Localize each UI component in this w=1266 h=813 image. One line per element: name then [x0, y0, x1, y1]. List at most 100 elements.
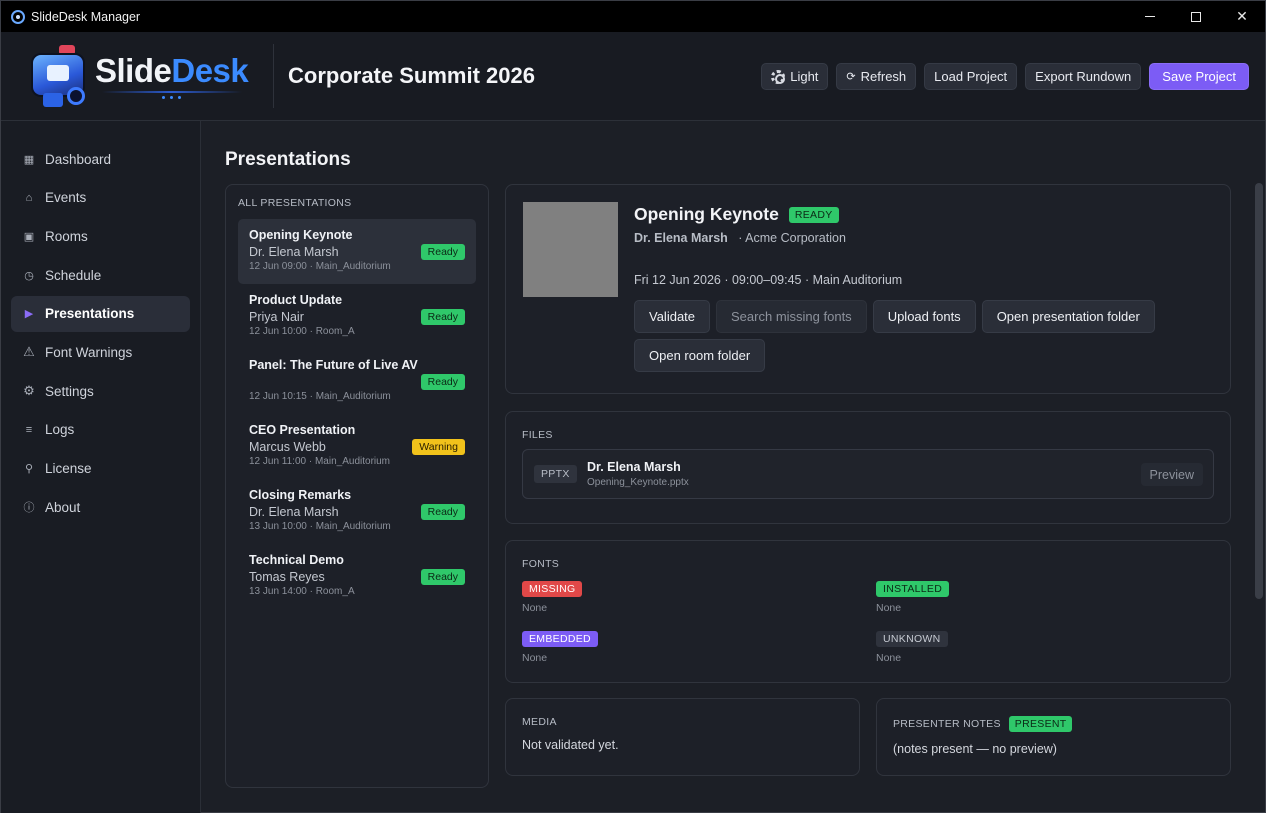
sidebar-item-font-warnings[interactable]: ⚠ Font Warnings	[11, 334, 190, 370]
maximize-button[interactable]	[1173, 1, 1219, 32]
gear-icon: ⚙	[23, 383, 35, 399]
files-label: FILES	[522, 429, 553, 441]
sidebar-item-label: Events	[45, 190, 87, 206]
file-row[interactable]: PPTX Dr. Elena Marsh Opening_Keynote.ppt…	[522, 449, 1214, 499]
unknown-tag: UNKNOWN	[876, 631, 948, 647]
sidebar-item-label: Logs	[45, 422, 75, 438]
play-icon: ▶	[24, 308, 34, 321]
status-badge: Ready	[420, 504, 465, 520]
logo-word-2: Desk	[171, 52, 249, 89]
detail-byline: Dr. Elena Marsh · Acme Corporation	[634, 231, 846, 245]
detail-scrollbar[interactable]	[1255, 183, 1263, 599]
fonts-installed: INSTALLED None	[876, 579, 950, 614]
theme-toggle-label: Light	[790, 69, 819, 84]
home-icon: ⌂	[25, 191, 33, 204]
detail-title: Opening Keynote	[634, 204, 779, 224]
files-card: FILES PPTX Dr. Elena Marsh Opening_Keyno…	[505, 411, 1231, 524]
logo-wordmark: SlideDesk	[95, 52, 249, 99]
file-path: Opening_Keynote.pptx	[587, 477, 689, 488]
status-badge: Warning	[412, 439, 465, 455]
fonts-missing: MISSING None	[522, 579, 583, 614]
sidebar-item-label: Schedule	[45, 267, 102, 283]
notes-text: (notes present — no preview)	[893, 742, 1057, 756]
header-actions: Light ⟳ Refresh Load Project Export Rund…	[761, 63, 1249, 90]
presenter-notes-card: PRESENTER NOTES PRESENT (notes present —…	[876, 698, 1231, 776]
presentation-meta: 12 Jun 09:00 · Main_Auditorium	[249, 261, 391, 272]
theme-toggle-button[interactable]: Light	[761, 63, 829, 90]
close-button[interactable]: ✕	[1219, 1, 1265, 32]
theme-gear-icon	[771, 69, 786, 84]
presentation-title: Panel: The Future of Live AV	[249, 358, 418, 372]
info-icon: ⓘ	[23, 502, 35, 515]
notes-status-badge: PRESENT	[1008, 716, 1073, 732]
validate-button[interactable]: Validate	[634, 300, 711, 333]
sidebar-item-settings[interactable]: ⚙ Settings	[11, 373, 190, 409]
presentation-title: CEO Presentation	[249, 423, 356, 437]
warning-icon: ⚠	[23, 344, 35, 360]
logo-mark-icon	[29, 43, 89, 109]
list-icon: ≡	[25, 423, 33, 436]
detail-presenter: Dr. Elena Marsh	[634, 231, 728, 245]
export-rundown-button[interactable]: Export Rundown	[1025, 63, 1142, 90]
presentation-list-item[interactable]: Technical Demo Tomas Reyes 13 Jun 14:00 …	[238, 544, 476, 609]
notes-label: PRESENTER NOTES	[893, 718, 1001, 730]
sidebar-item-label: Dashboard	[45, 151, 112, 167]
sidebar-item-about[interactable]: ⓘ About	[11, 489, 190, 525]
sidebar-item-label: License	[45, 461, 92, 476]
title-bar: SlideDesk Manager ✕	[1, 1, 1265, 32]
status-badge: Ready	[420, 374, 465, 390]
project-title: Corporate Summit 2026	[288, 63, 535, 88]
preview-button[interactable]: Preview	[1140, 463, 1203, 486]
file-type-badge: PPTX	[534, 465, 577, 483]
detail-schedule: Fri 12 Jun 2026 · 09:00–09:45 · Main Aud…	[634, 273, 903, 287]
presentation-list-item[interactable]: Opening Keynote Dr. Elena Marsh 12 Jun 0…	[238, 219, 476, 284]
installed-tag: INSTALLED	[876, 581, 950, 597]
sidebar-item-license[interactable]: ⚲ License	[11, 451, 190, 487]
save-project-button[interactable]: Save Project	[1149, 63, 1249, 90]
presentation-meta: 13 Jun 10:00 · Main_Auditorium	[249, 521, 391, 532]
slide-thumbnail	[523, 202, 618, 297]
sidebar-item-label: About	[45, 499, 81, 515]
load-project-button[interactable]: Load Project	[924, 63, 1018, 90]
sidebar-item-rooms[interactable]: ▣ Rooms	[11, 218, 190, 254]
presentation-list-item[interactable]: Panel: The Future of Live AV 12 Jun 10:1…	[238, 349, 476, 414]
file-name: Dr. Elena Marsh	[587, 460, 681, 474]
presentation-list-item[interactable]: Closing Remarks Dr. Elena Marsh 13 Jun 1…	[238, 479, 476, 544]
sidebar-item-dashboard[interactable]: ▦ Dashboard	[11, 141, 190, 177]
status-badge: Ready	[420, 309, 465, 325]
refresh-icon: ⟳	[846, 71, 856, 83]
status-badge: Ready	[420, 244, 465, 260]
open-room-folder-button[interactable]: Open room folder	[634, 339, 766, 372]
embedded-value: None	[522, 652, 548, 664]
search-missing-fonts-button[interactable]: Search missing fonts	[716, 300, 867, 333]
media-status: Not validated yet.	[522, 738, 619, 752]
window-controls: ✕	[1127, 1, 1265, 32]
presentation-summary-card: Opening Keynote READY Dr. Elena Marsh · …	[505, 184, 1231, 394]
refresh-label: Refresh	[860, 69, 907, 84]
app-window: SlideDesk Manager ✕ SlideDesk Corporate …	[0, 0, 1266, 813]
grid-icon: ▦	[23, 153, 35, 166]
presentation-list-item[interactable]: Product Update Priya Nair 12 Jun 10:00 ·…	[238, 284, 476, 349]
presentations-list-panel: ALL PRESENTATIONS Opening Keynote Dr. El…	[225, 184, 489, 788]
fonts-unknown: UNKNOWN None	[876, 629, 948, 664]
presentation-list-item[interactable]: CEO Presentation Marcus Webb 12 Jun 11:0…	[238, 414, 476, 479]
sidebar-item-schedule[interactable]: ◷ Schedule	[11, 257, 190, 293]
app-body: ▦ Dashboard ⌂ Events ▣ Rooms ◷ Schedule …	[1, 121, 1265, 813]
sidebar-item-presentations[interactable]: ▶ Presentations	[11, 295, 190, 332]
presentation-title: Closing Remarks	[249, 488, 352, 502]
refresh-button[interactable]: ⟳ Refresh	[836, 63, 917, 90]
close-icon: ✕	[1236, 8, 1248, 24]
sidebar-item-logs[interactable]: ≡ Logs	[11, 412, 190, 448]
sidebar-item-label: Rooms	[45, 228, 88, 244]
window-title: SlideDesk Manager	[31, 9, 141, 24]
media-card: MEDIA Not validated yet.	[505, 698, 860, 776]
open-presentation-folder-button[interactable]: Open presentation folder	[981, 300, 1155, 333]
logo-word-1: Slide	[95, 52, 172, 89]
maximize-icon	[1191, 11, 1201, 22]
header-divider	[273, 44, 274, 108]
sidebar-item-events[interactable]: ⌂ Events	[11, 180, 190, 216]
list-label: ALL PRESENTATIONS	[238, 197, 352, 209]
minimize-button[interactable]	[1127, 1, 1173, 32]
upload-fonts-button[interactable]: Upload fonts	[872, 300, 976, 333]
sidebar-item-label: Settings	[45, 383, 94, 399]
